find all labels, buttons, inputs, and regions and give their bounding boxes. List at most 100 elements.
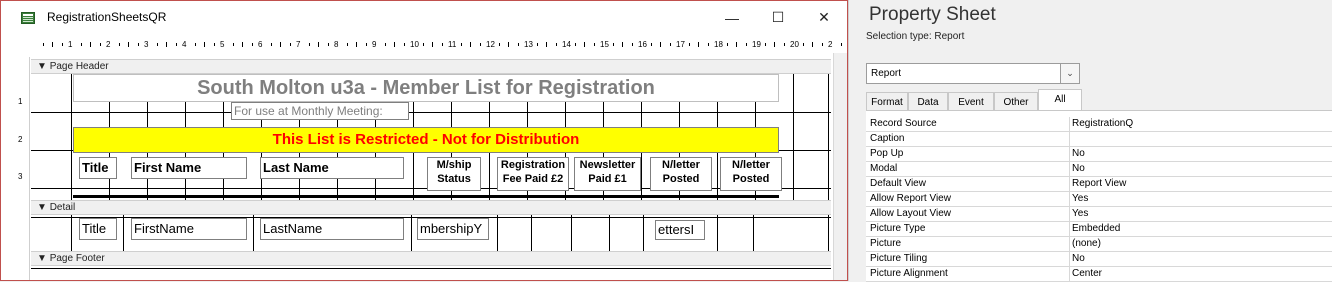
- property-row[interactable]: Allow Layout View Yes: [866, 207, 1332, 222]
- nletter-posted-column-label-1[interactable]: N/letter Posted: [650, 157, 712, 191]
- ruler-tick: [546, 42, 547, 47]
- property-name: Modal: [870, 163, 898, 174]
- page-header-section-bar[interactable]: ▼ Page Header: [31, 59, 831, 74]
- property-row[interactable]: Allow Report View Yes: [866, 192, 1332, 207]
- property-value[interactable]: (none): [1072, 237, 1101, 251]
- first-name-column-label[interactable]: First Name: [131, 157, 247, 179]
- property-row[interactable]: Picture Tiling No: [866, 252, 1332, 267]
- ruler-number: 4: [182, 40, 187, 49]
- grid-line: [643, 215, 644, 251]
- detail-section-bar[interactable]: ▼ Detail: [31, 200, 831, 215]
- ruler-tick: [356, 42, 357, 47]
- ruler-number: 11: [448, 40, 457, 49]
- ruler-tick: [622, 42, 623, 47]
- close-button[interactable]: ✕: [801, 1, 847, 34]
- letters-textbox[interactable]: ettersI: [655, 220, 705, 240]
- ruler-number: 19: [752, 40, 761, 49]
- membership-textbox[interactable]: mbershipY: [417, 218, 489, 240]
- letters-textbox-text: ettersI: [658, 222, 695, 237]
- newsletter-paid-column-label[interactable]: Newsletter Paid £1: [574, 157, 641, 191]
- property-value[interactable]: Report View: [1072, 177, 1126, 191]
- property-name: Default View: [870, 178, 926, 189]
- title-column-label[interactable]: Title: [79, 157, 117, 179]
- ruler-tick: [166, 42, 167, 47]
- page-footer-section-bar[interactable]: ▼ Page Footer: [31, 251, 831, 266]
- tab-all[interactable]: All: [1038, 89, 1082, 111]
- maximize-button[interactable]: ☐: [755, 1, 801, 34]
- detail-section[interactable]: Title FirstName LastName mbershipY etter…: [31, 215, 831, 251]
- ruler-number: 3: [144, 40, 149, 49]
- property-value[interactable]: Center: [1072, 267, 1102, 281]
- selection-dropdown[interactable]: Report ⌄: [866, 63, 1080, 84]
- reg-fee-column-label[interactable]: Registration Fee Paid £2: [497, 157, 569, 191]
- property-row[interactable]: Picture (none): [866, 237, 1332, 252]
- property-row[interactable]: Picture Alignment Center: [866, 267, 1332, 282]
- title-textbox[interactable]: Title: [79, 218, 117, 240]
- ruler-tick: [80, 43, 82, 46]
- ruler-tick: [555, 43, 557, 46]
- ruler-tick: [280, 42, 281, 47]
- property-name: Caption: [870, 133, 905, 144]
- property-value[interactable]: RegistrationQ: [1072, 117, 1133, 131]
- ruler-number: 2: [828, 40, 833, 49]
- header-rule-line[interactable]: [73, 195, 779, 198]
- ruler-number: 16: [638, 40, 647, 49]
- membership-textbox-text: mbershipY: [420, 221, 483, 236]
- page-footer-label: Page Footer: [49, 253, 105, 264]
- ruler-tick: [289, 43, 291, 46]
- first-name-textbox-text: FirstName: [134, 221, 194, 236]
- last-name-textbox-text: LastName: [263, 221, 323, 236]
- restricted-banner-label[interactable]: This List is Restricted - Not for Distri…: [73, 127, 779, 153]
- subtitle-label[interactable]: For use at Monthly Meeting:: [231, 102, 409, 120]
- chevron-down-icon[interactable]: ⌄: [1060, 64, 1079, 83]
- property-value[interactable]: No: [1072, 252, 1085, 266]
- reg-fee-column-text: Registration Fee Paid £2: [500, 159, 566, 185]
- property-value[interactable]: No: [1072, 162, 1085, 176]
- page-header-section[interactable]: South Molton u3a - Member List for Regis…: [31, 74, 831, 200]
- property-value[interactable]: Yes: [1072, 207, 1088, 221]
- restricted-banner-text: This List is Restricted - Not for Distri…: [272, 131, 580, 148]
- grid-line: [71, 74, 72, 200]
- ruler-tick: [812, 42, 813, 47]
- ruler-tick: [536, 43, 538, 46]
- grid-line: [31, 268, 831, 269]
- ruler-tick: [479, 43, 481, 46]
- tab-event[interactable]: Event: [948, 92, 994, 111]
- property-name: Pop Up: [870, 148, 904, 159]
- selection-dropdown-value: Report: [871, 68, 902, 79]
- report-design-surface[interactable]: ▼ Page Header South Molton u3a - Member …: [31, 57, 831, 280]
- report-title-label[interactable]: South Molton u3a - Member List for Regis…: [73, 74, 779, 102]
- tab-format[interactable]: Format: [866, 92, 908, 111]
- last-name-column-text: Last Name: [263, 160, 329, 175]
- tab-other-label: Other: [1003, 97, 1029, 108]
- property-row[interactable]: Caption: [866, 132, 1332, 147]
- first-name-textbox[interactable]: FirstName: [131, 218, 247, 240]
- vertical-scrollbar[interactable]: [833, 53, 847, 280]
- property-value[interactable]: No: [1072, 147, 1085, 161]
- grid-line: [753, 215, 754, 251]
- ruler-number: 6: [258, 40, 263, 49]
- last-name-textbox[interactable]: LastName: [260, 218, 404, 240]
- mship-status-column-label[interactable]: M/ship Status: [427, 157, 481, 191]
- property-grid: Record Source RegistrationQ Caption Pop U…: [866, 110, 1332, 282]
- property-value[interactable]: Yes: [1072, 192, 1088, 206]
- tab-format-label: Format: [871, 97, 903, 108]
- property-row[interactable]: Record Source RegistrationQ: [866, 117, 1332, 132]
- minimize-button[interactable]: —: [709, 1, 755, 34]
- grid-line: [497, 215, 498, 251]
- property-row[interactable]: Default View Report View: [866, 177, 1332, 192]
- page-footer-section[interactable]: [31, 266, 831, 280]
- nletter-posted-column-label-2[interactable]: N/letter Posted: [720, 157, 782, 191]
- tab-data[interactable]: Data: [908, 92, 948, 111]
- grid-line: [793, 74, 794, 200]
- last-name-column-label[interactable]: Last Name: [260, 157, 404, 179]
- grid-line: [717, 215, 718, 251]
- tab-other[interactable]: Other: [994, 92, 1038, 111]
- property-row[interactable]: Pop Up No: [866, 147, 1332, 162]
- property-row[interactable]: Modal No: [866, 162, 1332, 177]
- ruler-tick: [783, 43, 785, 46]
- property-row[interactable]: Picture Type Embedded: [866, 222, 1332, 237]
- horizontal-ruler: 1 2 3 4 5 6 7 8 9 10 11 12 13 14 15 16 17 18 19 20 2: [1, 37, 847, 53]
- property-value[interactable]: Embedded: [1072, 222, 1120, 236]
- ruler-tick: [308, 43, 310, 46]
